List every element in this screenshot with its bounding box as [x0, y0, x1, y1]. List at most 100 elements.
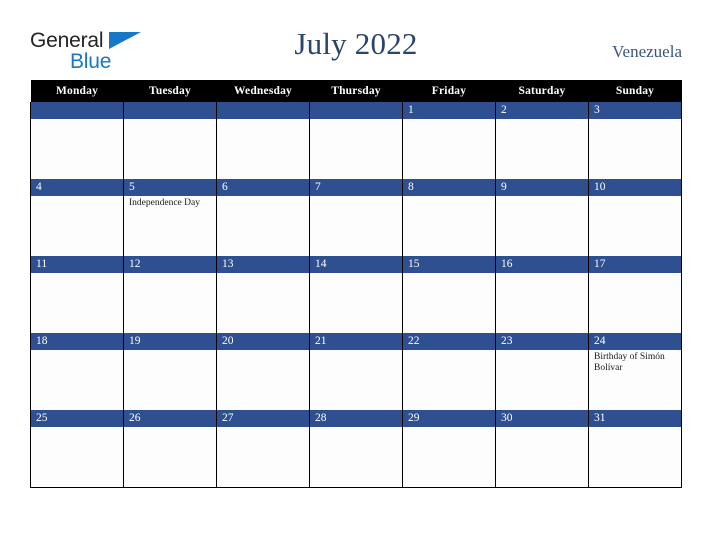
day-number: 20 [217, 333, 309, 350]
calendar-empty-cell [216, 102, 310, 179]
day-number: 11 [31, 256, 123, 273]
calendar-day-cell[interactable]: 17 [588, 256, 682, 333]
day-events [404, 119, 495, 121]
calendar-day-cell[interactable]: 23 [495, 333, 589, 410]
day-number: 29 [403, 410, 495, 427]
day-events [125, 273, 216, 275]
calendar-day-cell[interactable]: 6 [216, 179, 310, 256]
calendar-day-cell[interactable]: 14 [309, 256, 403, 333]
calendar-empty-cell [309, 102, 403, 179]
calendar-week-row: 18 19 20 21 22 23 24 Birthday of Simón Bolívar [30, 333, 682, 410]
day-events [404, 196, 495, 198]
day-number: 31 [589, 410, 681, 427]
day-events [311, 273, 402, 275]
day-number: 15 [403, 256, 495, 273]
day-number: 22 [403, 333, 495, 350]
day-events [497, 350, 588, 352]
day-events [497, 273, 588, 275]
calendar-day-cell[interactable]: 29 [402, 410, 496, 488]
calendar-empty-cell [123, 102, 217, 179]
day-events [497, 119, 588, 121]
calendar-day-cell[interactable]: 24 Birthday of Simón Bolívar [588, 333, 682, 410]
weekday-header-sunday: Sunday [588, 80, 682, 102]
calendar-day-cell[interactable]: 12 [123, 256, 217, 333]
day-events [125, 119, 216, 121]
calendar-week-row: 4 5 Independence Day 6 7 8 9 10 [30, 179, 682, 256]
day-number: 14 [310, 256, 402, 273]
calendar-day-cell[interactable]: 31 [588, 410, 682, 488]
calendar-day-cell[interactable]: 21 [309, 333, 403, 410]
day-events [32, 196, 123, 198]
day-events [497, 427, 588, 429]
calendar-day-cell[interactable]: 3 [588, 102, 682, 179]
day-number [217, 102, 309, 119]
calendar-day-cell[interactable]: 1 [402, 102, 496, 179]
calendar-grid: Monday Tuesday Wednesday Thursday Friday Satu… [30, 80, 682, 488]
weekday-header-row: Monday Tuesday Wednesday Thursday Friday Satu… [30, 80, 682, 102]
calendar-day-cell[interactable]: 19 [123, 333, 217, 410]
day-number: 9 [496, 179, 588, 196]
day-number: 12 [124, 256, 216, 273]
day-number: 3 [589, 102, 681, 119]
calendar-day-cell[interactable]: 28 [309, 410, 403, 488]
day-number [124, 102, 216, 119]
day-events [497, 196, 588, 198]
day-number [31, 102, 123, 119]
calendar-day-cell[interactable]: 7 [309, 179, 403, 256]
day-number: 8 [403, 179, 495, 196]
day-number: 13 [217, 256, 309, 273]
day-events [404, 350, 495, 352]
calendar-day-cell[interactable]: 8 [402, 179, 496, 256]
day-number: 4 [31, 179, 123, 196]
day-events [590, 427, 681, 429]
day-number: 21 [310, 333, 402, 350]
country-label: Venezuela [612, 42, 682, 61]
day-number: 7 [310, 179, 402, 196]
day-events [32, 427, 123, 429]
day-events [218, 196, 309, 198]
calendar-body: 1 2 3 4 5 Independence Day 6 7 8 9 10 11 12 13 14 15 16 1… [30, 102, 682, 488]
calendar-day-cell[interactable]: 2 [495, 102, 589, 179]
day-events [590, 196, 681, 198]
day-events [218, 350, 309, 352]
calendar-day-cell[interactable]: 10 [588, 179, 682, 256]
calendar-day-cell[interactable]: 13 [216, 256, 310, 333]
calendar-day-cell[interactable]: 11 [30, 256, 124, 333]
calendar-day-cell[interactable]: 26 [123, 410, 217, 488]
holiday-event: Birthday of Simón Bolívar [594, 352, 665, 373]
day-number: 5 [124, 179, 216, 196]
day-events [311, 196, 402, 198]
holiday-event: Independence Day [129, 198, 200, 208]
page-header: General Blue July 2022 Venezuela [0, 0, 712, 80]
day-number: 18 [31, 333, 123, 350]
day-number: 17 [589, 256, 681, 273]
calendar-week-row: 123 [30, 102, 682, 179]
calendar-day-cell[interactable]: 9 [495, 179, 589, 256]
day-number: 19 [124, 333, 216, 350]
day-events [590, 119, 681, 121]
day-events [32, 273, 123, 275]
calendar-empty-cell [30, 102, 124, 179]
calendar-day-cell[interactable]: 16 [495, 256, 589, 333]
calendar-day-cell[interactable]: 4 [30, 179, 124, 256]
calendar-day-cell[interactable]: 27 [216, 410, 310, 488]
calendar-day-cell[interactable]: 25 [30, 410, 124, 488]
calendar-day-cell[interactable]: 18 [30, 333, 124, 410]
day-number [310, 102, 402, 119]
day-events [590, 273, 681, 275]
day-events [218, 427, 309, 429]
calendar-day-cell[interactable]: 22 [402, 333, 496, 410]
weekday-header-thursday: Thursday [309, 80, 403, 102]
calendar-day-cell[interactable]: 5 Independence Day [123, 179, 217, 256]
calendar-header-row: Monday Tuesday Wednesday Thursday Friday Satu… [30, 80, 682, 102]
day-events: Birthday of Simón Bolívar [590, 350, 681, 374]
day-events [311, 350, 402, 352]
day-number: 23 [496, 333, 588, 350]
day-number: 6 [217, 179, 309, 196]
page-title: July 2022 [294, 26, 418, 61]
calendar-day-cell[interactable]: 30 [495, 410, 589, 488]
weekday-header-tuesday: Tuesday [123, 80, 217, 102]
calendar-day-cell[interactable]: 15 [402, 256, 496, 333]
calendar-day-cell[interactable]: 20 [216, 333, 310, 410]
day-events [404, 427, 495, 429]
